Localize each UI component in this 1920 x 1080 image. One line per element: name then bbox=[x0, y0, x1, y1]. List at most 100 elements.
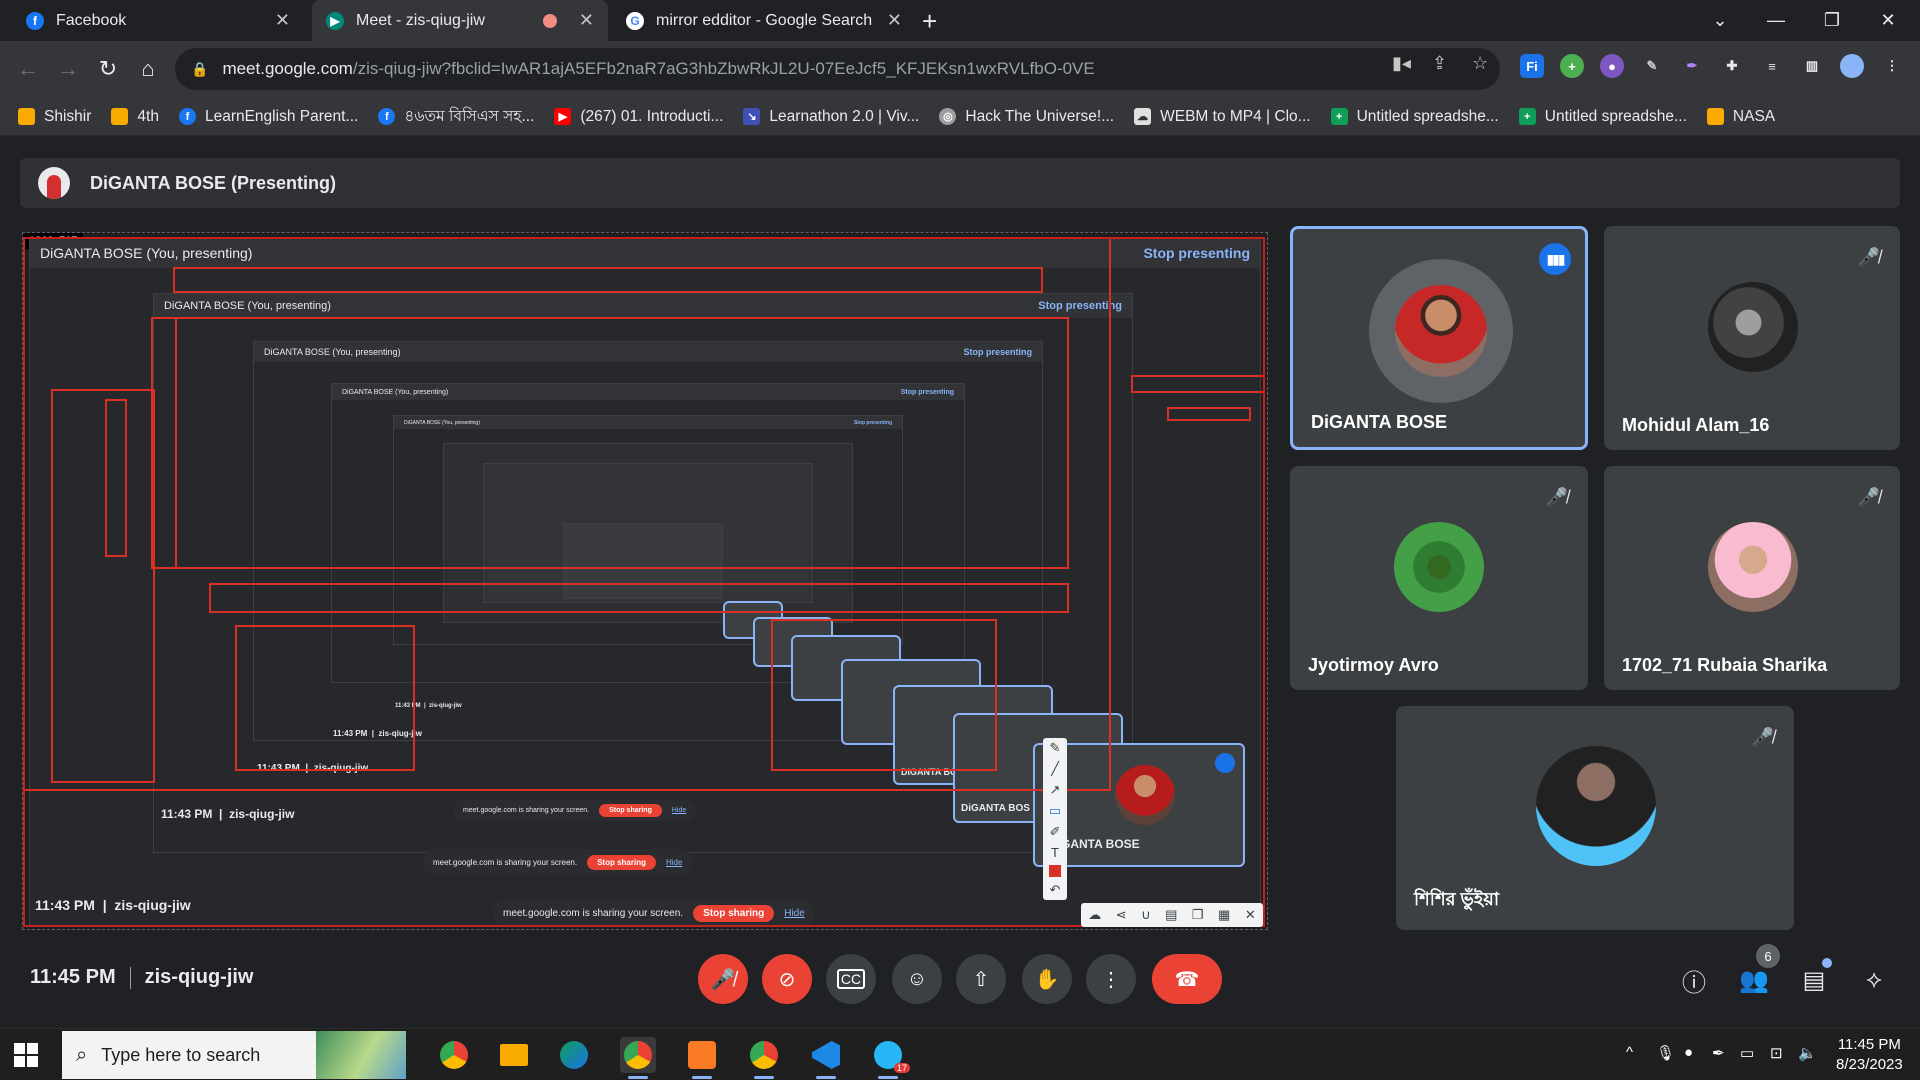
bookmark-item[interactable]: ☁ WEBM to MP4 | Clo... bbox=[1134, 108, 1311, 126]
close-tab-icon[interactable]: ✕ bbox=[887, 10, 902, 31]
color-picker-icon[interactable] bbox=[1049, 864, 1061, 877]
save-icon[interactable]: ▦ bbox=[1218, 907, 1230, 923]
extension-drop-icon[interactable]: ● bbox=[1600, 54, 1624, 78]
vscode-app-icon[interactable] bbox=[808, 1037, 844, 1079]
clipboard-icon[interactable]: ▤ bbox=[1165, 907, 1177, 923]
telegram-app-icon[interactable]: 17 bbox=[870, 1037, 910, 1079]
close-annotation-icon[interactable]: ✕ bbox=[1245, 907, 1256, 923]
chrome-active-app-icon[interactable] bbox=[620, 1037, 656, 1079]
participant-tile[interactable]: 🎤̸ শিশির ভুঁইয়া bbox=[1396, 706, 1794, 930]
meeting-details-button[interactable]: ⓘ bbox=[1672, 958, 1716, 1002]
close-tab-icon[interactable]: ✕ bbox=[579, 10, 594, 31]
bookmark-item[interactable]: Shishir bbox=[18, 108, 91, 126]
activities-button[interactable]: ⟡ bbox=[1852, 958, 1896, 1002]
arrow-tool-icon[interactable]: ↗ bbox=[1050, 782, 1061, 798]
people-count-badge: 6 bbox=[1756, 944, 1780, 968]
camera-permission-icon[interactable]: ▮◂ bbox=[1392, 53, 1411, 74]
bookmark-item[interactable]: + Untitled spreadshe... bbox=[1518, 108, 1687, 126]
magnet-icon[interactable]: ∪ bbox=[1141, 907, 1151, 923]
cloud-upload-icon[interactable]: ☁ bbox=[1088, 907, 1101, 923]
pen-tray-icon[interactable]: ✒ bbox=[1712, 1044, 1725, 1062]
text-tool-icon[interactable]: T bbox=[1051, 845, 1059, 860]
bookmark-item[interactable]: NASA bbox=[1706, 108, 1775, 126]
tab-facebook[interactable]: f Facebook ✕ bbox=[12, 0, 304, 41]
media-control-icon[interactable]: ≡ bbox=[1760, 54, 1784, 78]
xampp-app-icon[interactable] bbox=[684, 1037, 720, 1079]
reload-icon[interactable]: ↻ bbox=[92, 53, 124, 85]
extension-pen-icon[interactable]: ✎ bbox=[1640, 54, 1664, 78]
profile-avatar[interactable] bbox=[1840, 54, 1864, 78]
undo-icon[interactable]: ↶ bbox=[1050, 882, 1061, 898]
bookmark-item[interactable]: ◎ Hack The Universe!... bbox=[939, 108, 1114, 126]
rectangle-tool-icon[interactable]: ▭ bbox=[1049, 803, 1061, 819]
extensions-puzzle-icon[interactable]: ✚ bbox=[1720, 54, 1744, 78]
annotation-rectangle[interactable] bbox=[23, 237, 1265, 927]
bookmark-item[interactable]: + Untitled spreadshe... bbox=[1330, 108, 1499, 126]
tab-title: mirror edditor - Google Search bbox=[656, 11, 873, 29]
participant-tile[interactable]: 🎤̸ Mohidul Alam_16 bbox=[1604, 226, 1900, 450]
activities-icon: ⟡ bbox=[1866, 966, 1882, 993]
back-icon[interactable]: ← bbox=[12, 53, 44, 85]
bookmark-item[interactable]: ↘ Learnathon 2.0 | Viv... bbox=[743, 108, 919, 126]
tab-google-search[interactable]: G mirror edditor - Google Search ✕ bbox=[612, 0, 916, 41]
show-hidden-icons-icon[interactable]: ^ bbox=[1626, 1044, 1633, 1061]
close-tab-icon[interactable]: ✕ bbox=[275, 10, 290, 31]
network-icon[interactable]: ⊡ bbox=[1770, 1044, 1783, 1062]
camera-toggle-button[interactable]: ⊘ bbox=[762, 954, 812, 1004]
bookmark-star-icon[interactable]: ☆ bbox=[1472, 53, 1488, 74]
mic-off-icon: 🎤̸ bbox=[1857, 246, 1881, 267]
leave-call-button[interactable]: ☎ bbox=[1152, 954, 1222, 1004]
lock-icon[interactable]: 🔒 bbox=[191, 61, 208, 78]
extension-feather-icon[interactable]: ✒ bbox=[1680, 54, 1704, 78]
address-bar[interactable]: 🔒 meet.google.com/zis-qiug-jiw?fbclid=Iw… bbox=[175, 48, 1500, 90]
participant-tile[interactable]: ▮▮▮ DiGANTA BOSE bbox=[1290, 226, 1588, 450]
new-tab-icon[interactable]: + bbox=[922, 6, 937, 37]
line-tool-icon[interactable]: ╱ bbox=[1051, 761, 1059, 777]
restore-icon[interactable]: ❐ bbox=[1804, 0, 1860, 41]
participant-tile[interactable]: 🎤̸ Jyotirmoy Avro bbox=[1290, 466, 1588, 690]
volume-icon[interactable]: 🔈 bbox=[1798, 1044, 1817, 1062]
microphone-icon[interactable]: 🎙 bbox=[1656, 1044, 1675, 1062]
bookmark-item[interactable]: f ৪৬তম বিসিএস সহ... bbox=[378, 104, 534, 130]
side-panel-icon[interactable]: ▥ bbox=[1800, 54, 1824, 78]
bookmark-item[interactable]: f LearnEnglish Parent... bbox=[178, 108, 358, 126]
emoji-icon: ☺ bbox=[906, 967, 928, 990]
extension-plus-icon[interactable]: + bbox=[1560, 54, 1584, 78]
home-icon[interactable]: ⌂ bbox=[132, 53, 164, 85]
copy-icon[interactable]: ❐ bbox=[1192, 907, 1204, 923]
search-highlight-image bbox=[316, 1031, 406, 1079]
highlighter-tool-icon[interactable]: ✐ bbox=[1050, 824, 1061, 840]
share-icon[interactable]: ⋖ bbox=[1116, 907, 1127, 923]
chrome-tray-icon[interactable]: ● bbox=[1684, 1044, 1693, 1061]
pencil-tool-icon[interactable]: ✎ bbox=[1050, 740, 1061, 756]
mic-toggle-button[interactable]: 🎤̸ bbox=[698, 954, 748, 1004]
file-explorer-icon[interactable] bbox=[496, 1037, 532, 1073]
share-icon[interactable]: ⇪ bbox=[1432, 53, 1447, 74]
chrome-profile-app-icon[interactable] bbox=[746, 1037, 782, 1079]
bookmark-item[interactable]: ▶ (267) 01. Introducti... bbox=[554, 108, 723, 126]
close-window-icon[interactable]: ✕ bbox=[1860, 0, 1916, 41]
more-options-button[interactable]: ⋮ bbox=[1086, 954, 1136, 1004]
participant-tile[interactable]: 🎤̸ 1702_71 Rubaia Sharika bbox=[1604, 466, 1900, 690]
taskbar-search[interactable]: ⌕ Type here to search bbox=[62, 1031, 406, 1079]
mic-off-icon: 🎤̸ bbox=[1751, 726, 1775, 747]
battery-icon[interactable]: ▭ bbox=[1740, 1044, 1754, 1062]
extension-fi-icon[interactable]: Fi bbox=[1520, 54, 1544, 78]
raise-hand-button[interactable]: ✋ bbox=[1022, 954, 1072, 1004]
forward-icon[interactable]: → bbox=[52, 53, 84, 85]
tab-meet[interactable]: ▶ Meet - zis-qiug-jiw ✕ bbox=[312, 0, 608, 41]
chrome-app-icon[interactable] bbox=[436, 1037, 472, 1073]
minimize-icon[interactable]: — bbox=[1748, 0, 1804, 41]
closed-captions-icon: CC bbox=[836, 969, 866, 989]
tab-search-chevron-icon[interactable]: ⌄ bbox=[1692, 0, 1748, 41]
bookmark-item[interactable]: 4th bbox=[111, 108, 159, 126]
present-screen-button[interactable]: ⇧ bbox=[956, 954, 1006, 1004]
participant-name: Jyotirmoy Avro bbox=[1308, 655, 1439, 675]
google-icon: G bbox=[626, 11, 644, 30]
reactions-button[interactable]: ☺ bbox=[892, 954, 942, 1004]
windows-start-icon[interactable] bbox=[14, 1043, 38, 1067]
chrome-menu-icon[interactable]: ⋮ bbox=[1880, 54, 1904, 78]
taskbar-clock[interactable]: 11:45 PM 8/23/2023 bbox=[1836, 1035, 1903, 1075]
edge-app-icon[interactable] bbox=[556, 1037, 592, 1073]
captions-button[interactable]: CC bbox=[826, 954, 876, 1004]
